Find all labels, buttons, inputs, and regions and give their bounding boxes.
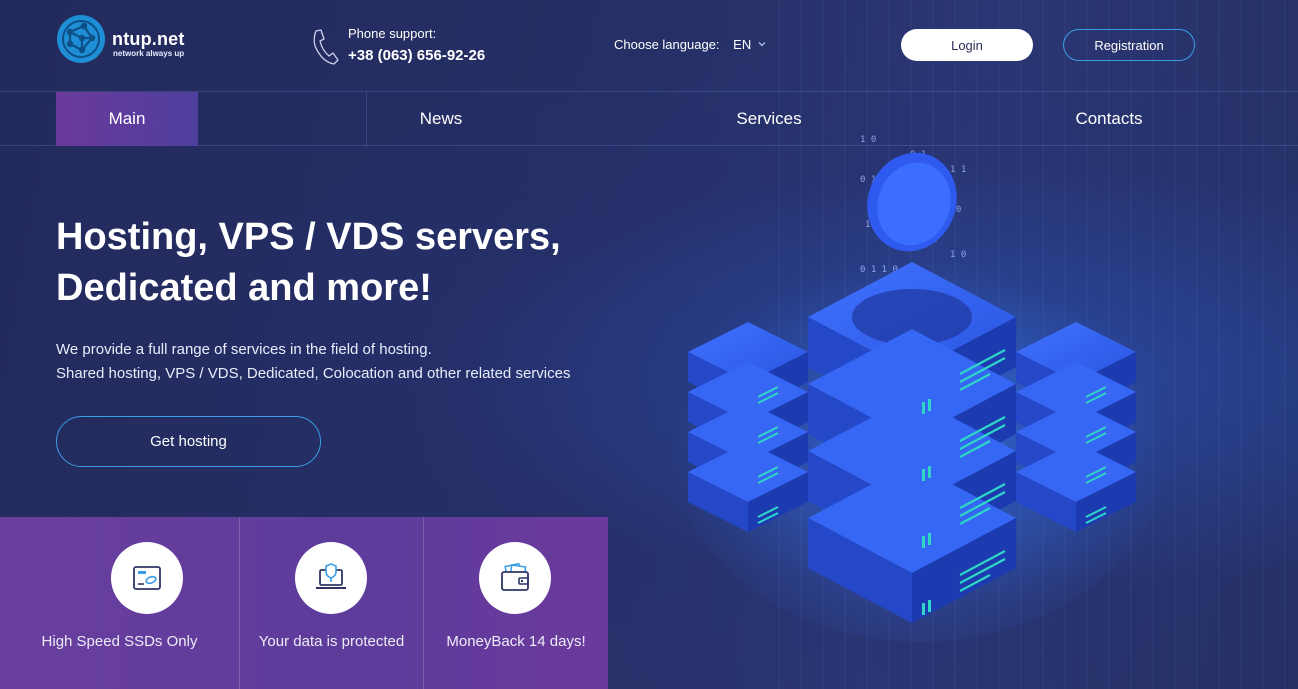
features-panel: High Speed SSDs Only Your data is protec… bbox=[0, 517, 608, 689]
nav-item-news[interactable]: News bbox=[366, 92, 516, 146]
phone-support: Phone support: +38 (063) 656-92-26 bbox=[310, 24, 530, 68]
laptop-shield-icon bbox=[316, 563, 346, 589]
logo[interactable]: ntup.net network always up bbox=[56, 14, 206, 64]
logo-name: ntup.net bbox=[112, 29, 185, 49]
login-button[interactable]: Login bbox=[901, 29, 1033, 61]
feature-label: Your data is protected bbox=[258, 633, 405, 650]
logo-tagline: network always up bbox=[113, 49, 185, 58]
nav-item-main[interactable]: Main bbox=[56, 92, 198, 146]
hero-description: We provide a full range of services in t… bbox=[56, 338, 656, 386]
wallet-icon bbox=[501, 562, 529, 591]
right-server-stack bbox=[1016, 322, 1136, 532]
feature-protection: Your data is protected bbox=[240, 517, 423, 689]
svg-text:1 0: 1 0 bbox=[860, 135, 876, 145]
get-hosting-button[interactable]: Get hosting bbox=[56, 416, 321, 467]
ssd-icon bbox=[133, 566, 161, 590]
network-globe-icon bbox=[57, 15, 105, 63]
registration-button[interactable]: Registration bbox=[1063, 29, 1195, 61]
language-value[interactable]: EN bbox=[733, 37, 751, 52]
site-header: ntup.net network always up Phone support… bbox=[0, 0, 1298, 92]
feature-ssd: High Speed SSDs Only bbox=[0, 517, 239, 689]
language-label: Choose language: bbox=[614, 37, 720, 52]
hero-title: Hosting, VPS / VDS servers, Dedicated an… bbox=[56, 212, 656, 314]
phone-icon bbox=[313, 29, 339, 65]
hero-desc-line1: We provide a full range of services in t… bbox=[56, 341, 432, 358]
feature-circle bbox=[111, 542, 183, 614]
hero-title-line1: Hosting, VPS / VDS servers, bbox=[56, 216, 561, 258]
hero-title-line2: Dedicated and more! bbox=[56, 267, 432, 309]
hero-desc-line2: Shared hosting, VPS / VDS, Dedicated, Co… bbox=[56, 365, 571, 382]
phone-support-label: Phone support: bbox=[348, 26, 437, 41]
left-server-stack bbox=[688, 322, 808, 532]
center-server-stack bbox=[808, 262, 1016, 623]
feature-moneyback: MoneyBack 14 days! bbox=[424, 517, 608, 689]
server-stack-illustration: 1 00 11 1 0 1 11 00 0 1 0 00 1 11 0 0 1 … bbox=[670, 135, 1170, 642]
feature-label: MoneyBack 14 days! bbox=[446, 633, 586, 650]
feature-circle bbox=[479, 542, 551, 614]
svg-text:1 0: 1 0 bbox=[950, 250, 966, 260]
feature-label: High Speed SSDs Only bbox=[41, 633, 198, 650]
chevron-down-icon[interactable] bbox=[758, 40, 766, 48]
feature-circle bbox=[295, 542, 367, 614]
language-selector[interactable]: Choose language: EN bbox=[614, 37, 766, 52]
phone-number[interactable]: +38 (063) 656-92-26 bbox=[348, 47, 485, 64]
svg-text:1 1: 1 1 bbox=[950, 165, 966, 175]
